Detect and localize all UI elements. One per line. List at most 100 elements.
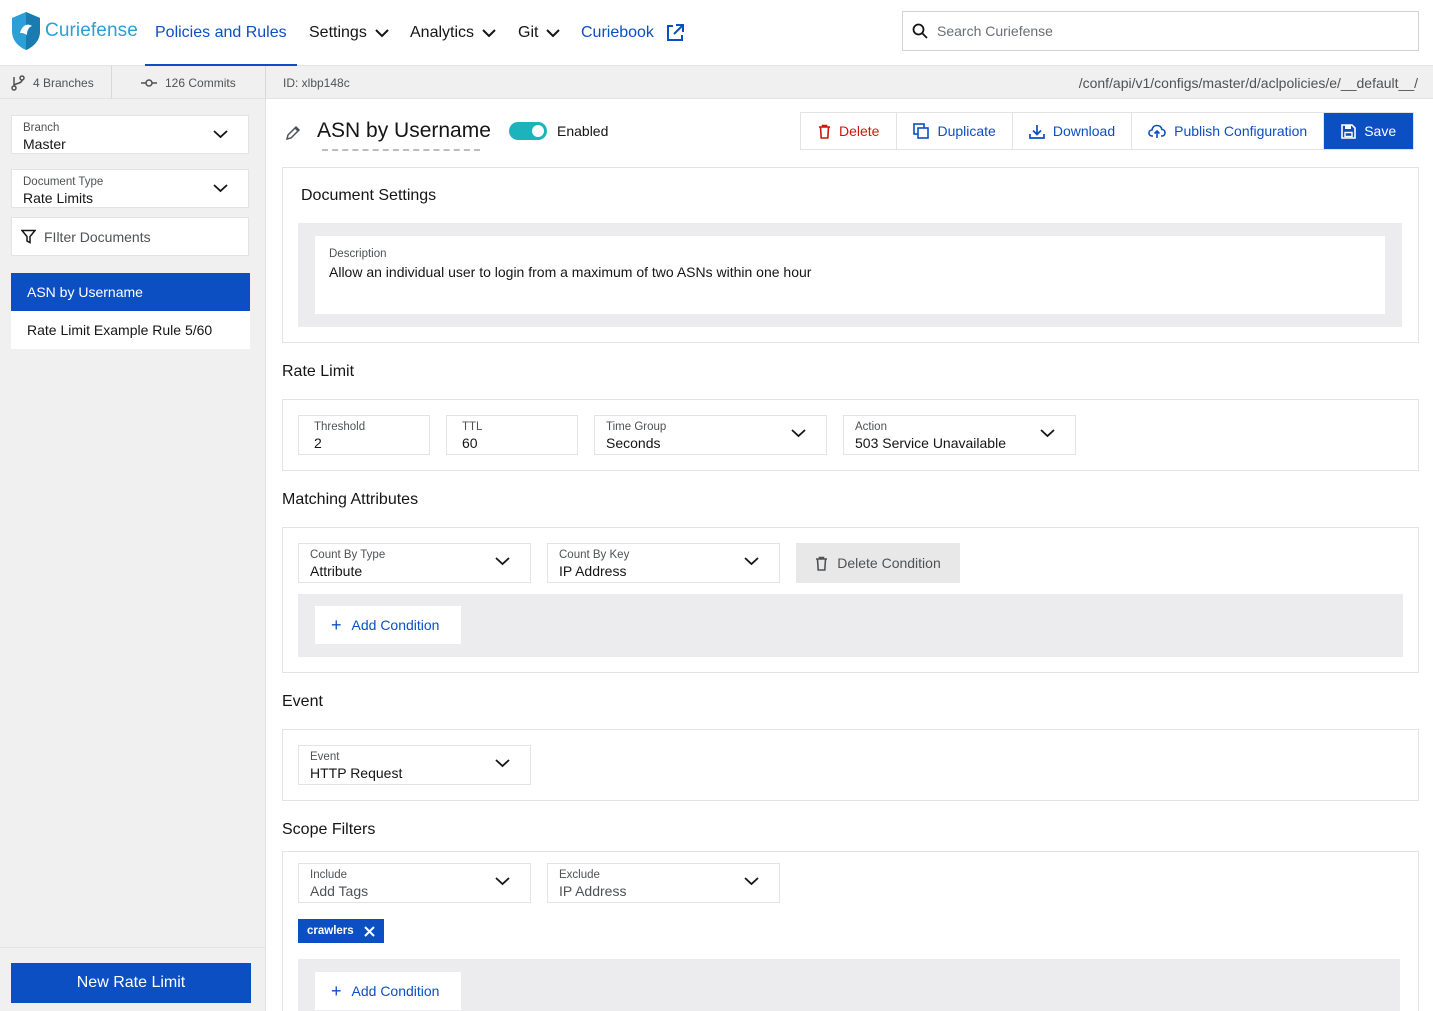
save-button[interactable]: Save bbox=[1324, 113, 1414, 149]
enabled-toggle-label: Enabled bbox=[557, 123, 609, 139]
event-title: Event bbox=[282, 693, 323, 710]
api-path[interactable]: /conf/api/v1/configs/master/d/aclpolicie… bbox=[1079, 66, 1418, 99]
publish-configuration-button[interactable]: Publish Configuration bbox=[1132, 113, 1325, 149]
branch-select[interactable]: Branch Master bbox=[11, 115, 249, 154]
trash-icon bbox=[819, 124, 830, 139]
sidebar-divider bbox=[0, 947, 265, 948]
ttl-input[interactable]: TTL 60 bbox=[446, 415, 578, 455]
add-condition-label: Add Condition bbox=[351, 617, 440, 633]
action-select[interactable]: Action 503 Service Unavailable bbox=[843, 415, 1076, 455]
enabled-toggle[interactable] bbox=[509, 122, 547, 140]
nav-analytics-label: Analytics bbox=[410, 24, 475, 41]
exclude-placeholder: IP Address bbox=[559, 883, 627, 899]
chevron-down-icon bbox=[495, 557, 510, 566]
tag-chip-label: crawlers bbox=[307, 925, 354, 937]
nav-policies-label: Policies and Rules bbox=[155, 24, 287, 41]
download-label: Download bbox=[1052, 123, 1116, 139]
logo-text: Curiefense bbox=[45, 20, 138, 41]
include-tags-select[interactable]: Include Add Tags bbox=[298, 863, 531, 903]
plus-icon: + bbox=[331, 615, 342, 635]
sidebar: Branch Master Document Type Rate Limits … bbox=[0, 99, 266, 1011]
branch-select-value: Master bbox=[23, 136, 66, 152]
close-icon[interactable] bbox=[363, 925, 375, 937]
threshold-input[interactable]: Threshold 2 bbox=[298, 415, 430, 455]
chevron-down-icon bbox=[375, 28, 389, 37]
search-input[interactable]: Search Curiefense bbox=[902, 11, 1419, 51]
commit-icon bbox=[141, 78, 157, 87]
delete-button[interactable]: Delete bbox=[801, 113, 898, 149]
save-label: Save bbox=[1364, 123, 1397, 139]
chevron-down-icon bbox=[213, 130, 228, 139]
chevron-down-icon bbox=[791, 429, 806, 438]
action-label: Action bbox=[855, 421, 887, 433]
description-field[interactable]: Description Allow an individual user to … bbox=[315, 236, 1385, 314]
document-list-item[interactable]: ASN by Username bbox=[11, 273, 250, 311]
commits-link[interactable]: 126 Commits bbox=[141, 66, 236, 99]
title-underline bbox=[322, 149, 480, 151]
chevron-down-icon bbox=[546, 28, 561, 37]
rate-limit-title: Rate Limit bbox=[282, 363, 355, 380]
document-id: ID: xlbp148c bbox=[283, 66, 350, 99]
nav-curiebook-link[interactable]: Curiebook bbox=[581, 0, 685, 66]
event-value: HTTP Request bbox=[310, 765, 403, 781]
description-label: Description bbox=[329, 248, 387, 260]
tag-chip: crawlers bbox=[298, 919, 384, 943]
count-by-type-select[interactable]: Count By Type Attribute bbox=[298, 543, 531, 583]
time-group-label: Time Group bbox=[606, 421, 667, 433]
event-select[interactable]: Event HTTP Request bbox=[298, 745, 531, 785]
new-rate-limit-button[interactable]: New Rate Limit bbox=[11, 963, 251, 1003]
new-rate-limit-label: New Rate Limit bbox=[76, 974, 186, 991]
download-icon bbox=[1028, 124, 1045, 139]
document-list-item-label: Rate Limit Example Rule 5/60 bbox=[27, 322, 213, 338]
pencil-edit-icon[interactable] bbox=[285, 125, 301, 141]
count-by-key-select[interactable]: Count By Key IP Address bbox=[547, 543, 780, 583]
save-disk-icon bbox=[1341, 123, 1357, 139]
chevron-down-icon bbox=[744, 877, 759, 886]
scope-conditions-panel bbox=[298, 959, 1400, 1011]
top-navbar: Curiefense Policies and Rules Settings A… bbox=[0, 0, 1433, 67]
exclude-tags-select[interactable]: Exclude IP Address bbox=[547, 863, 780, 903]
publish-label: Publish Configuration bbox=[1174, 123, 1308, 139]
document-title[interactable]: ASN by Username bbox=[317, 119, 491, 143]
include-label: Include bbox=[310, 869, 348, 881]
event-label: Event bbox=[310, 751, 340, 763]
filter-icon bbox=[21, 229, 36, 244]
document-type-select[interactable]: Document Type Rate Limits bbox=[11, 169, 249, 208]
copy-icon bbox=[913, 123, 930, 139]
curiefense-logo[interactable]: Curiefense bbox=[10, 10, 138, 52]
branches-link[interactable]: 4 Branches bbox=[11, 66, 94, 99]
document-list-item[interactable]: Rate Limit Example Rule 5/60 bbox=[11, 311, 250, 349]
matching-attributes-title: Matching Attributes bbox=[282, 491, 419, 508]
document-type-label: Document Type bbox=[23, 176, 104, 188]
nav-git[interactable]: Git bbox=[518, 0, 561, 66]
search-icon bbox=[912, 23, 928, 39]
time-group-select[interactable]: Time Group Seconds bbox=[594, 415, 827, 455]
external-link-icon bbox=[666, 24, 684, 41]
ttl-label: TTL bbox=[462, 421, 483, 433]
delete-condition-button[interactable]: Delete Condition bbox=[796, 543, 960, 583]
count-by-type-value: Attribute bbox=[310, 563, 363, 579]
nav-policies-and-rules[interactable]: Policies and Rules bbox=[145, 0, 297, 67]
conditions-panel bbox=[298, 594, 1403, 657]
shield-logo-icon bbox=[12, 12, 40, 50]
filter-documents-input[interactable]: FIlter Documents bbox=[11, 217, 249, 256]
include-placeholder: Add Tags bbox=[310, 883, 369, 899]
chevron-down-icon bbox=[213, 184, 228, 193]
search-placeholder: Search Curiefense bbox=[937, 23, 1053, 39]
count-by-key-label: Count By Key bbox=[559, 549, 630, 561]
add-scope-condition-button[interactable]: + Add Condition bbox=[315, 972, 461, 1010]
plus-icon: + bbox=[331, 981, 342, 1001]
trash-icon bbox=[816, 556, 828, 571]
document-list-item-label: ASN by Username bbox=[27, 284, 143, 300]
nav-analytics[interactable]: Analytics bbox=[410, 0, 496, 66]
git-info-bar: 4 Branches 126 Commits ID: xlbp148c /con… bbox=[0, 66, 1433, 99]
chevron-down-icon bbox=[495, 877, 510, 886]
download-button[interactable]: Download bbox=[1012, 113, 1133, 149]
cloud-upload-icon bbox=[1148, 124, 1166, 138]
action-value: 503 Service Unavailable bbox=[855, 435, 1006, 451]
nav-settings[interactable]: Settings bbox=[309, 0, 389, 66]
api-path-text: /conf/api/v1/configs/master/d/aclpolicie… bbox=[1078, 74, 1418, 91]
duplicate-button[interactable]: Duplicate bbox=[897, 113, 1013, 149]
add-condition-button[interactable]: + Add Condition bbox=[315, 606, 461, 644]
delete-condition-label: Delete Condition bbox=[837, 555, 941, 571]
